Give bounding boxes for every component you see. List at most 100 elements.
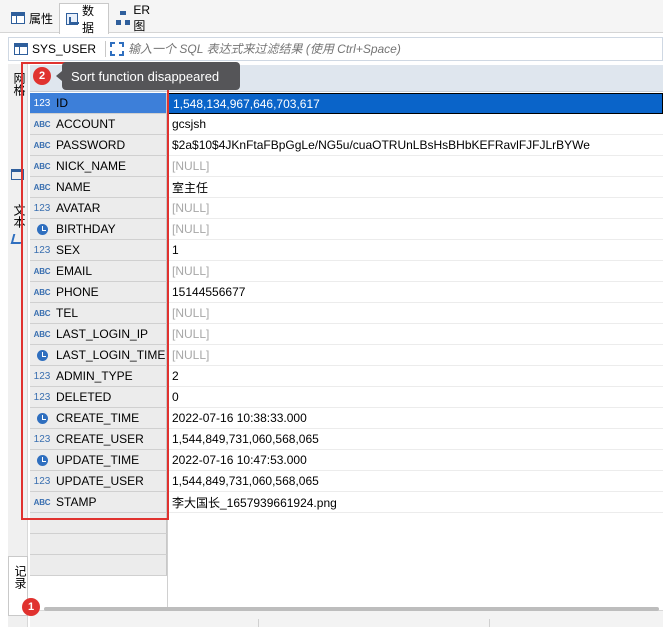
- annotation-badge: 2: [33, 67, 51, 85]
- editor-tabs: 属性 数据 ER 图: [0, 0, 663, 35]
- field-value-cell[interactable]: 15144556677: [168, 282, 663, 303]
- field-name-cell[interactable]: 123 CREATE_USER: [30, 429, 167, 450]
- field-value-cell[interactable]: 室主任: [168, 177, 663, 198]
- tab-properties[interactable]: 属性: [5, 3, 59, 33]
- field-name-cell[interactable]: ABC EMAIL: [30, 261, 167, 282]
- field-value-cell[interactable]: 2022-07-16 10:47:53.000: [168, 450, 663, 471]
- field-name: BIRTHDAY: [56, 222, 116, 236]
- field-value-cell[interactable]: 0: [168, 387, 663, 408]
- field-value-cell[interactable]: 1,544,849,731,060,568,065: [168, 429, 663, 450]
- field-name: CREATE_TIME: [56, 411, 140, 425]
- field-value-cell[interactable]: [NULL]: [168, 219, 663, 240]
- field-name-cell[interactable]: ABC NICK_NAME: [30, 156, 167, 177]
- field-value-cell[interactable]: [NULL]: [168, 345, 663, 366]
- tab-data[interactable]: 数据: [59, 3, 109, 35]
- field-name-cell[interactable]: 123 UPDATE_USER: [30, 471, 167, 492]
- field-name-cell[interactable]: 123 ID: [30, 93, 167, 114]
- field-name: STAMP: [56, 495, 97, 509]
- field-name: NICK_NAME: [56, 159, 127, 173]
- horizontal-scrollbar[interactable]: [44, 607, 659, 611]
- string-type-icon: ABC: [33, 497, 51, 507]
- field-name-cell[interactable]: LAST_LOGIN_TIME: [30, 345, 167, 366]
- field-name: AVATAR: [56, 201, 101, 215]
- field-value-cell[interactable]: 李大国长_1657939661924.png: [168, 492, 663, 513]
- field-name-cell[interactable]: ABC PASSWORD: [30, 135, 167, 156]
- string-type-icon: ABC: [33, 182, 51, 192]
- grid-mode-label[interactable]: 网格: [11, 72, 28, 96]
- table-row[interactable]: 123 ADMIN_TYPE 2: [30, 366, 663, 387]
- field-name-cell[interactable]: ABC STAMP: [30, 492, 167, 513]
- field-name-cell[interactable]: ABC ACCOUNT: [30, 114, 167, 135]
- table-row[interactable]: 123 AVATAR [NULL]: [30, 198, 663, 219]
- table-row[interactable]: UPDATE_TIME 2022-07-16 10:47:53.000: [30, 450, 663, 471]
- field-value-cell[interactable]: [NULL]: [168, 198, 663, 219]
- field-name-cell[interactable]: UPDATE_TIME: [30, 450, 167, 471]
- table-row[interactable]: 123 SEX 1: [30, 240, 663, 261]
- string-type-icon: ABC: [33, 119, 51, 129]
- field-value-cell[interactable]: [NULL]: [168, 261, 663, 282]
- field-value-cell[interactable]: 2: [168, 366, 663, 387]
- field-name-cell[interactable]: ABC LAST_LOGIN_IP: [30, 324, 167, 345]
- field-value-cell[interactable]: 1,544,849,731,060,568,065: [168, 471, 663, 492]
- table-row[interactable]: ABC STAMP 李大国长_1657939661924.png: [30, 492, 663, 513]
- field-value-cell[interactable]: [NULL]: [168, 324, 663, 345]
- table-row[interactable]: ABC EMAIL [NULL]: [30, 261, 663, 282]
- field-value-cell[interactable]: 1,548,134,967,646,703,617: [168, 93, 663, 114]
- numeric-type-icon: 123: [33, 97, 51, 109]
- table-row[interactable]: BIRTHDAY [NULL]: [30, 219, 663, 240]
- table-row[interactable]: 123 ID 1,548,134,967,646,703,617: [30, 93, 663, 114]
- field-name: PHONE: [56, 285, 99, 299]
- field-name: NAME: [56, 180, 91, 194]
- record-mode-label: 记录: [13, 565, 27, 589]
- table-row[interactable]: ABC PHONE 15144556677: [30, 282, 663, 303]
- field-name: DELETED: [56, 390, 112, 404]
- field-name: TEL: [56, 306, 79, 320]
- field-value-cell[interactable]: 2022-07-16 10:38:33.000: [168, 408, 663, 429]
- string-type-icon: ABC: [33, 329, 51, 339]
- table-row[interactable]: ABC TEL [NULL]: [30, 303, 663, 324]
- empty-row: [30, 555, 167, 576]
- table-row[interactable]: ABC ACCOUNT gcsjsh: [30, 114, 663, 135]
- numeric-type-icon: 123: [33, 433, 51, 445]
- field-name-cell[interactable]: 123 DELETED: [30, 387, 167, 408]
- expand-icon[interactable]: [110, 42, 125, 56]
- string-type-icon: ABC: [33, 287, 51, 297]
- field-value-cell[interactable]: $2a$10$4JKnFtaFBpGgLe/NG5u/cuaOTRUnLBsHs…: [168, 135, 663, 156]
- table-icon: [11, 12, 25, 24]
- table-row[interactable]: LAST_LOGIN_TIME [NULL]: [30, 345, 663, 366]
- table-row[interactable]: 123 CREATE_USER 1,544,849,731,060,568,065: [30, 429, 663, 450]
- divider: [489, 619, 490, 627]
- table-row[interactable]: ABC PASSWORD $2a$10$4JKnFtaFBpGgLe/NG5u/cu…: [30, 135, 663, 156]
- field-name-cell[interactable]: ABC TEL: [30, 303, 167, 324]
- field-name: LAST_LOGIN_IP: [56, 327, 149, 341]
- field-value-cell[interactable]: [NULL]: [168, 303, 663, 324]
- table-row[interactable]: 123 UPDATE_USER 1,544,849,731,060,568,065: [30, 471, 663, 492]
- table-row[interactable]: ABC NICK_NAME [NULL]: [30, 156, 663, 177]
- field-name-cell[interactable]: ABC PHONE: [30, 282, 167, 303]
- field-name-cell[interactable]: 123 ADMIN_TYPE: [30, 366, 167, 387]
- field-value-cell[interactable]: [NULL]: [168, 156, 663, 177]
- field-name-cell[interactable]: 123 AVATAR: [30, 198, 167, 219]
- text-mode-label[interactable]: 文本: [11, 204, 28, 228]
- field-name-cell[interactable]: CREATE_TIME: [30, 408, 167, 429]
- numeric-type-icon: 123: [33, 244, 51, 256]
- field-name: EMAIL: [56, 264, 93, 278]
- field-name-cell[interactable]: ABC NAME: [30, 177, 167, 198]
- text-icon[interactable]: [10, 234, 24, 244]
- table-row[interactable]: CREATE_TIME 2022-07-16 10:38:33.000: [30, 408, 663, 429]
- table-row[interactable]: ABC LAST_LOGIN_IP [NULL]: [30, 324, 663, 345]
- tab-er-diagram[interactable]: ER 图: [110, 3, 170, 33]
- table-row[interactable]: ABC NAME 室主任: [30, 177, 663, 198]
- table-row[interactable]: 123 DELETED 0: [30, 387, 663, 408]
- entity-name: SYS_USER: [32, 42, 97, 56]
- numeric-type-icon: 123: [33, 202, 51, 214]
- grid-icon[interactable]: [11, 169, 24, 180]
- field-name-cell[interactable]: BIRTHDAY: [30, 219, 167, 240]
- filter-entity[interactable]: SYS_USER: [9, 38, 101, 60]
- field-value-cell[interactable]: 1: [168, 240, 663, 261]
- tooltip: Sort function disappeared: [56, 62, 240, 90]
- field-name-cell[interactable]: 123 SEX: [30, 240, 167, 261]
- clock-icon: [36, 454, 48, 466]
- filter-input[interactable]: [124, 38, 662, 60]
- field-value-cell[interactable]: gcsjsh: [168, 114, 663, 135]
